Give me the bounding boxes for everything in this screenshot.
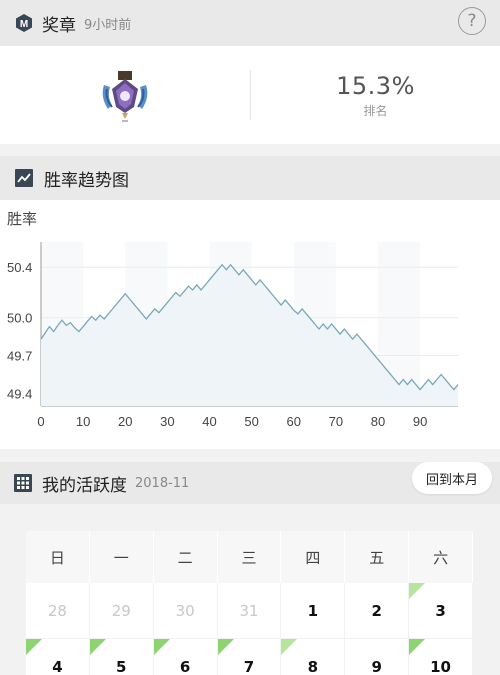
y-tick-label: 49.7 <box>7 349 32 364</box>
back-to-current-month-button[interactable]: 回到本月 <box>411 462 492 494</box>
activity-marker <box>153 639 170 655</box>
weekday-label: 二 <box>154 531 218 583</box>
app-logo-icon: M <box>14 13 34 33</box>
help-button[interactable]: ? <box>458 7 486 35</box>
calendar-day[interactable]: 30 <box>153 583 218 639</box>
x-tick-label: 80 <box>371 414 385 429</box>
calendar-day[interactable]: 10 <box>409 639 473 675</box>
activity-marker <box>89 639 106 655</box>
activity-marker <box>217 639 234 655</box>
calendar-body: 28 29 30 31 1 2 3 4 5 6 7 8 9 10 <box>26 583 473 675</box>
activity-title: 我的活跃度 <box>42 475 127 496</box>
weekday-label: 五 <box>345 531 410 583</box>
calendar-day-number: 6 <box>179 657 191 675</box>
calendar-day-number: 4 <box>52 657 63 675</box>
calendar-day[interactable]: 2 <box>345 583 410 639</box>
x-tick-label: 50 <box>244 414 258 429</box>
winrate-chart-svg: 49.4 49.7 50.0 50.4 0 10 20 30 40 50 60 70 80 90 胜率 <box>7 211 459 429</box>
medal-card: 15.3% 排名 <box>0 46 500 144</box>
calendar-day[interactable]: 6 <box>153 639 218 675</box>
activity-marker <box>281 639 298 655</box>
calendar-day[interactable]: 29 <box>89 583 154 639</box>
calendar-day-number: 1 <box>307 601 319 620</box>
y-tick-label: 50.0 <box>7 311 32 326</box>
calendar-week-row: 28 29 30 31 1 2 3 <box>26 583 473 639</box>
x-tick-label: 60 <box>286 414 300 429</box>
calendar-day[interactable]: 5 <box>89 639 154 675</box>
calendar-day[interactable]: 31 <box>217 583 282 639</box>
calendar-weekdays: 日 一 二 三 四 五 六 <box>26 531 473 583</box>
calendar-day-number: 31 <box>239 601 259 620</box>
calendar-day-number: 30 <box>175 601 195 620</box>
weekday-label: 日 <box>26 531 90 583</box>
activity-calendar: 日 一 二 三 四 五 六 28 29 30 31 1 2 3 4 5 6 7 8 9 10 <box>26 531 473 675</box>
calendar-day-number: 3 <box>435 601 446 620</box>
weekday-label: 一 <box>90 531 154 583</box>
trend-header: 胜率趋势图 <box>0 156 500 200</box>
activity-header: 我的活跃度 2018-11 回到本月 <box>0 462 500 504</box>
calendar-day[interactable]: 8 <box>281 639 346 675</box>
x-tick-label: 0 <box>37 414 44 429</box>
calendar-day[interactable]: 7 <box>217 639 282 675</box>
calendar-day-number: 5 <box>116 657 127 675</box>
weekday-label: 六 <box>409 531 473 583</box>
calendar-day[interactable]: 1 <box>281 583 346 639</box>
x-tick-label: 10 <box>76 414 90 429</box>
svg-text:M: M <box>20 19 28 30</box>
medal-image-area <box>0 46 250 144</box>
rank-value: 15.3% <box>336 71 415 100</box>
medal-header: M 奖章 9小时前 ? <box>0 0 500 46</box>
y-tick-label: 50.4 <box>7 260 32 275</box>
calendar-day-number: 2 <box>371 601 382 620</box>
calendar-day-number: 8 <box>307 657 319 675</box>
medal-emblem-icon <box>102 71 148 122</box>
weekday-label: 四 <box>281 531 346 583</box>
calendar-day-number: 28 <box>47 601 67 620</box>
calendar-day-number: 7 <box>243 657 255 675</box>
y-tick-label: 49.4 <box>7 386 32 401</box>
calendar-grid-icon <box>14 474 32 492</box>
weekday-label: 三 <box>218 531 282 583</box>
calendar-day[interactable]: 4 <box>26 639 90 675</box>
question-icon: ? <box>467 11 477 31</box>
calendar-day-number: 9 <box>371 657 382 675</box>
calendar-day[interactable]: 3 <box>409 583 473 639</box>
x-tick-label: 40 <box>202 414 216 429</box>
calendar-week-row: 4 5 6 7 8 9 10 <box>26 639 473 675</box>
activity-marker <box>409 583 426 599</box>
activity-marker <box>409 639 426 655</box>
x-tick-label: 70 <box>329 414 343 429</box>
trend-title: 胜率趋势图 <box>44 170 129 191</box>
page-title: 奖章 <box>42 15 76 36</box>
rank-block: 15.3% 排名 <box>251 46 500 144</box>
trend-chart-icon <box>14 168 34 188</box>
rank-label: 排名 <box>363 103 388 118</box>
calendar-day[interactable]: 28 <box>26 583 90 639</box>
activity-month: 2018-11 <box>135 475 190 491</box>
x-tick-label: 30 <box>160 414 174 429</box>
updated-time: 9小时前 <box>84 17 132 33</box>
winrate-chart: 49.4 49.7 50.0 50.4 0 10 20 30 40 50 60 70 80 90 胜率 <box>0 200 500 449</box>
y-axis-label: 胜率 <box>7 211 37 228</box>
x-tick-label: 90 <box>413 414 427 429</box>
x-tick-label: 20 <box>118 414 132 429</box>
activity-marker <box>26 639 42 655</box>
calendar-day[interactable]: 9 <box>345 639 410 675</box>
calendar-day-number: 29 <box>111 601 131 620</box>
calendar-day-number: 10 <box>430 657 451 675</box>
